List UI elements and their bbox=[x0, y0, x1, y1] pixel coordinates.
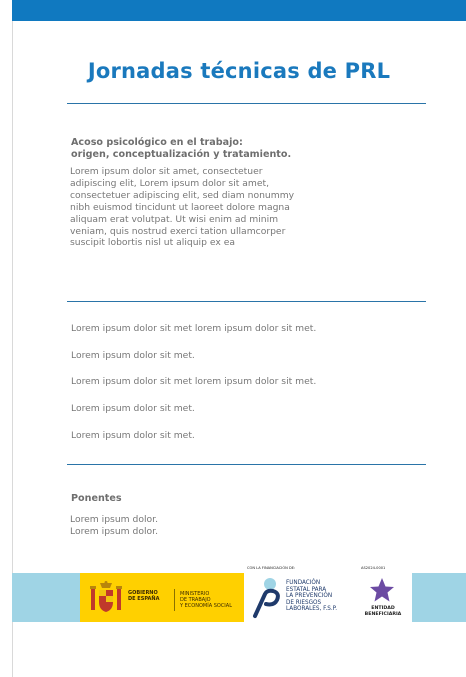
intro-heading: Acoso psicológico en el trabajo: origen,… bbox=[71, 137, 331, 161]
divider bbox=[67, 301, 426, 302]
speakers-heading: Ponentes bbox=[71, 493, 122, 504]
speakers-list: Lorem ipsum dolor. Lorem ipsum dolor. bbox=[70, 514, 270, 538]
government-line: DE ESPAÑA bbox=[128, 595, 160, 602]
foundation-label: FUNDACIÓN ESTATAL PARA LA PREVENCIÓN DE … bbox=[286, 580, 337, 613]
program-item: Lorem ipsum dolor sit met lorem ipsum do… bbox=[71, 323, 317, 334]
intro-heading-line1: Acoso psicológico en el trabajo: bbox=[71, 137, 243, 148]
program-item: Lorem ipsum dolor sit met lorem ipsum do… bbox=[71, 376, 317, 387]
speaker-line: Lorem ipsum dolor. bbox=[70, 525, 159, 537]
intro-body: Lorem ipsum dolor sit amet, consectetuer… bbox=[70, 166, 295, 249]
ministry-label: MINISTERIO DE TRABAJO Y ECONOMÍA SOCIAL bbox=[180, 591, 232, 609]
beneficiary-label: ENTIDAD BENEFICIARIA bbox=[357, 606, 409, 617]
foundation-line: LA PREVENCIÓN bbox=[286, 593, 333, 599]
star-icon bbox=[370, 578, 394, 602]
foundation-p-logo-icon bbox=[253, 578, 280, 618]
page-title: Jornadas técnicas de PRL bbox=[87, 59, 391, 83]
program-item: Lorem ipsum dolor sit met. bbox=[71, 430, 195, 441]
beneficiary-line: BENEFICIARIA bbox=[364, 611, 402, 617]
spain-coat-of-arms-icon bbox=[90, 581, 122, 612]
program-item: Lorem ipsum dolor sit met. bbox=[71, 403, 195, 414]
program-code: AS2024-0001 bbox=[361, 566, 386, 570]
top-accent-bar bbox=[12, 0, 466, 21]
divider bbox=[67, 464, 426, 465]
speaker-line: Lorem ipsum dolor. bbox=[70, 514, 159, 525]
intro-heading-line2: origen, conceptualización y tratamiento. bbox=[71, 149, 292, 160]
ministry-line: Y ECONOMÍA SOCIAL bbox=[180, 602, 232, 609]
financing-label: CON LA FINANCIACIÓN DE: bbox=[247, 566, 296, 570]
divider bbox=[67, 103, 426, 104]
program-item: Lorem ipsum dolor sit met. bbox=[71, 350, 195, 361]
logo-separator bbox=[174, 589, 175, 611]
foundation-line: LABORALES, F.S.P. bbox=[286, 606, 337, 612]
government-label: GOBIERNO DE ESPAÑA bbox=[128, 590, 160, 603]
